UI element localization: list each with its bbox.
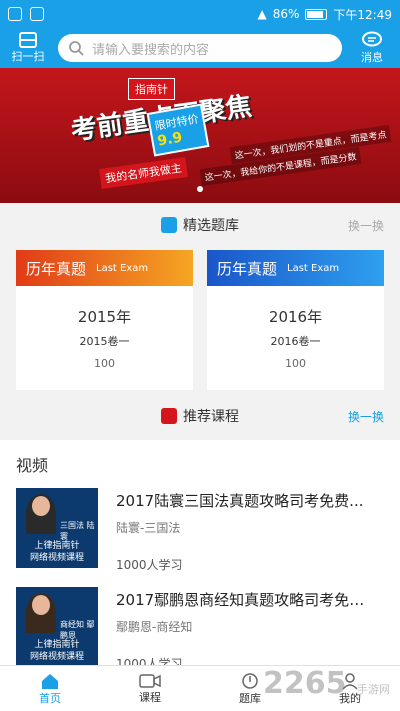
video-title: 2017鄢鹏恩商经知真题攻略司考免费... <box>116 591 366 609</box>
banner-price-badge: 限时特价 9.9 <box>146 103 210 157</box>
thumb-caption-line: 网络视频课程 <box>29 652 84 662</box>
thumb-name: 商经知 鄢鹏恩 <box>60 620 95 640</box>
tab-home[interactable]: 首页 <box>0 666 100 711</box>
signal-icon: ▲ <box>257 7 267 21</box>
scan-icon <box>19 32 37 48</box>
banner-subtitle: 我的名师我做主 <box>99 157 188 189</box>
notification-icon <box>8 7 22 21</box>
notification-icon <box>30 7 44 21</box>
exam-card[interactable]: 历年真题 Last Exam 2016年 2016卷一 100 <box>207 250 384 390</box>
flame-icon <box>161 217 177 233</box>
recommend-header: 推荐课程 换一换 <box>0 396 400 436</box>
thumb-name: 三国法 陆寰 <box>60 521 95 541</box>
tab-course[interactable]: 课程 <box>100 666 200 711</box>
card-header: 历年真题 Last Exam <box>207 250 384 286</box>
battery-icon <box>305 8 328 20</box>
recommend-icon <box>161 408 177 424</box>
thumb-caption: 上律指南针 网络视频课程 <box>16 540 98 564</box>
watermark: 2265 手游网 <box>263 666 390 701</box>
video-section: 视频 三国法 陆寰 上律指南针 网络视频课程 2017陆寰三国法真题攻略司考免费… <box>0 440 400 671</box>
card-volume: 2016卷一 <box>270 335 321 348</box>
carousel-indicator[interactable] <box>197 186 203 192</box>
question-bank-header: 精选题库 换一换 <box>0 205 400 245</box>
switch-button[interactable]: 换一换 <box>348 408 384 425</box>
video-author: 鄢鹏恩-商经知 <box>116 620 193 634</box>
list-item[interactable]: 三国法 陆寰 上律指南针 网络视频课程 2017陆寰三国法真题攻略司考免费...… <box>0 484 400 583</box>
thumb-caption-line: 上律指南针 <box>34 640 80 650</box>
card-count: 100 <box>285 357 306 370</box>
video-info: 2017陆寰三国法真题攻略司考免费... 陆寰-三国法 1000人学习 <box>116 488 384 573</box>
card-year: 2015年 <box>77 308 132 326</box>
card-year: 2016年 <box>268 308 323 326</box>
bank-icon <box>242 672 258 689</box>
card-header: 历年真题 Last Exam <box>16 250 193 286</box>
message-button[interactable]: 消息 <box>352 31 392 65</box>
tab-label: 首页 <box>39 691 61 705</box>
exam-cards: 历年真题 Last Exam 2015年 2015卷一 100 历年真题 Las… <box>0 250 400 390</box>
video-thumbnail: 三国法 陆寰 上律指南针 网络视频课程 <box>16 488 98 568</box>
thumb-caption: 上律指南针 网络视频课程 <box>16 639 98 663</box>
card-title: 历年真题 <box>26 259 87 278</box>
status-bar: ▲ 86% 下午12:49 <box>0 0 400 28</box>
scan-button[interactable]: 扫一扫 <box>8 32 48 64</box>
card-title: 历年真题 <box>217 259 278 278</box>
section-title: 精选题库 <box>183 218 239 234</box>
search-placeholder: 请输入要搜索的内容 <box>92 42 210 58</box>
video-learners: 1000人学习 <box>116 558 183 572</box>
video-title: 2017陆寰三国法真题攻略司考免费... <box>116 492 364 510</box>
video-camera-icon <box>139 673 161 688</box>
card-count: 100 <box>94 357 115 370</box>
watermark-sub: 手游网 <box>357 683 390 696</box>
search-icon <box>69 41 84 56</box>
switch-button[interactable]: 换一换 <box>348 217 384 234</box>
home-icon <box>42 673 58 689</box>
exam-card[interactable]: 历年真题 Last Exam 2015年 2015卷一 100 <box>16 250 193 390</box>
thumb-caption-line: 网络视频课程 <box>29 553 84 563</box>
scan-label: 扫一扫 <box>11 50 45 63</box>
app-header: 扫一扫 请输入要搜索的内容 消息 <box>0 28 400 68</box>
video-section-title: 视频 <box>16 456 49 475</box>
clock: 下午12:49 <box>333 7 392 22</box>
card-volume: 2015卷一 <box>79 335 130 348</box>
video-info: 2017鄢鹏恩商经知真题攻略司考免费... 鄢鹏恩-商经知 1000人学习 <box>116 587 384 672</box>
message-label: 消息 <box>361 51 383 64</box>
card-english: Last Exam <box>287 262 340 274</box>
watermark-main: 2265 <box>263 666 347 701</box>
search-input[interactable]: 请输入要搜索的内容 <box>58 34 342 62</box>
tab-label: 题库 <box>239 691 261 705</box>
promo-banner[interactable]: 指南针 考前重点再聚焦 限时特价 9.9 我的名师我做主 这一次，我们划的不是重… <box>0 68 400 203</box>
card-english: Last Exam <box>96 262 149 274</box>
video-thumbnail: 商经知 鄢鹏恩 上律指南针 网络视频课程 <box>16 587 98 667</box>
thumb-caption-line: 上律指南针 <box>34 541 80 551</box>
teacher-face <box>32 496 50 516</box>
message-icon <box>362 31 382 47</box>
battery-percent: 86% <box>272 7 300 21</box>
section-title: 推荐课程 <box>183 409 239 425</box>
teacher-face <box>32 595 50 615</box>
tab-label: 课程 <box>139 690 161 704</box>
video-author: 陆寰-三国法 <box>116 521 181 535</box>
